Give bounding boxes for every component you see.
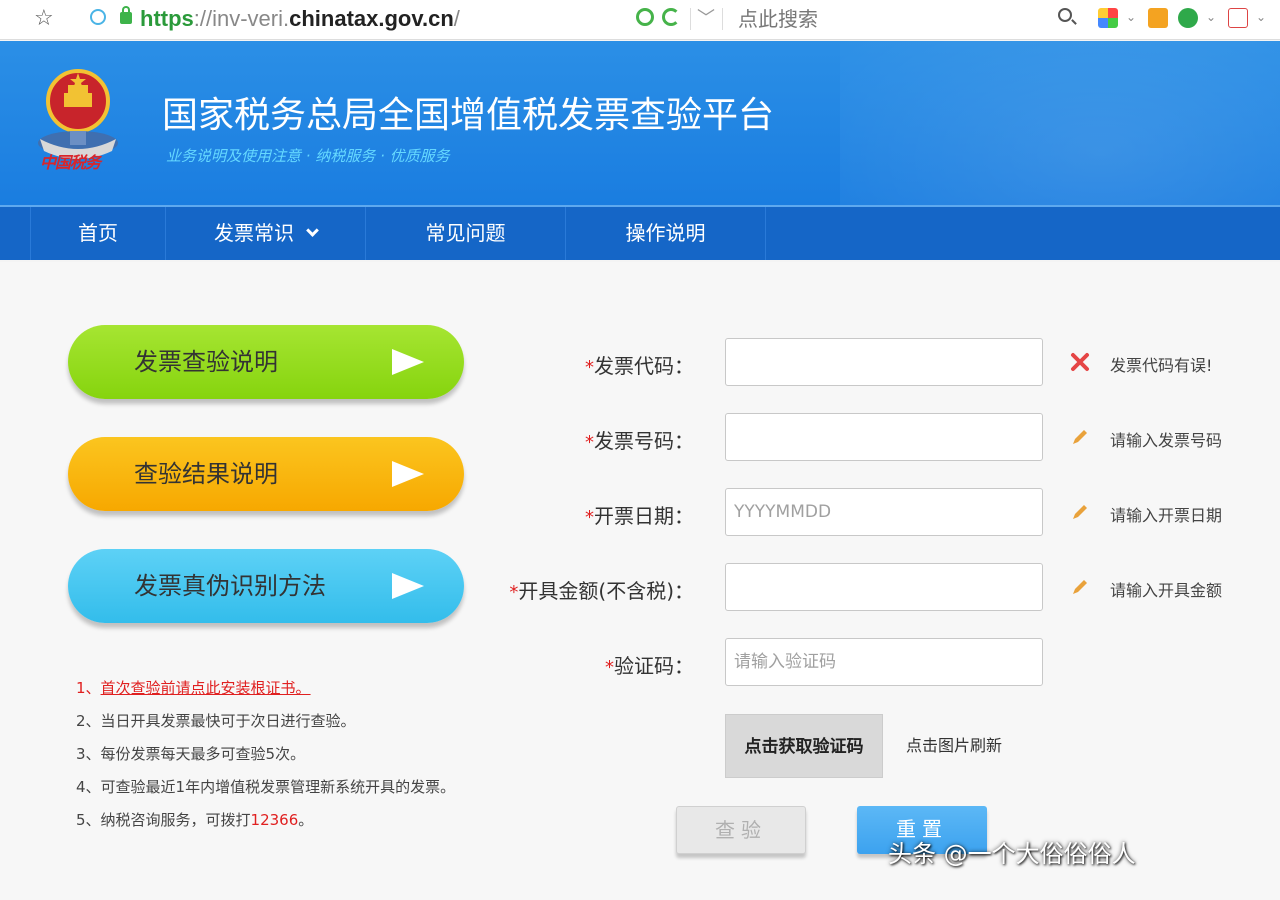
list-item: 4、可查验最近1年内增值税发票管理新系统开具的发票。 [76,778,456,796]
invoice-code-hint: 发票代码有误! [1110,356,1213,375]
url-text[interactable]: https://inv-veri.chinatax.gov.cn/ [140,4,460,34]
bookmark-star-icon[interactable]: ☆ [34,6,54,31]
play-arrow-icon [392,461,424,487]
refresh-icon[interactable] [662,8,680,26]
nav-item-home[interactable]: 首页 [30,207,166,260]
amount-label: *开具金额(不含税)： [394,575,694,604]
site-slogan: 业务说明及使用注意 · 纳税服务 · 优质服务 [166,147,450,165]
nav-item-label: 操作说明 [625,221,706,245]
chevron-down-icon[interactable]: ⌄ [1206,10,1216,24]
pencil-icon [1073,505,1087,519]
extension-icon[interactable] [636,8,654,26]
invoice-date-label: *开票日期： [394,500,694,529]
translate-icon[interactable] [1228,8,1248,28]
button-label: 发票真伪识别方法 [134,572,326,600]
nav-item-label: 发票常识 [214,221,294,245]
list-item: 3、每份发票每天最多可查验5次。 [76,745,306,763]
url-subdomain: ://inv-veri. [193,6,290,31]
note-suffix: 。 [298,811,314,829]
page-title: 国家税务总局全国增值税发票查验平台 [162,95,775,136]
check-button[interactable]: 查验 [676,806,806,854]
nav-item-instructions[interactable]: 操作说明 [566,207,766,260]
chevron-down-icon[interactable]: ﹀ [697,4,715,30]
nav-item-faq[interactable]: 常见问题 [366,207,566,260]
list-item: 2、当日开具发票最快可于次日进行查验。 [76,712,356,730]
required-mark: * [605,657,614,678]
pencil-icon [1073,430,1087,444]
url-protocol: https [140,6,194,31]
captcha-image[interactable]: 点击获取验证码 [725,714,883,778]
browser-toolbar: ☆ https://inv-veri.chinatax.gov.cn/ ﹀ 点此… [0,0,1280,40]
note-number: 1、 [76,679,101,697]
hotline-number: 12366 [250,811,299,829]
lock-icon [120,6,132,24]
required-mark: * [585,507,594,528]
error-x-icon [1071,353,1089,371]
shield-icon[interactable] [1178,8,1198,28]
invoice-date-hint: 请输入开票日期 [1110,506,1223,525]
required-mark: * [585,357,594,378]
divider [722,8,723,30]
browser-search-input[interactable]: 点此搜索 [738,4,818,34]
list-item: 5、纳税咨询服务，可拨打12366。 [76,804,466,837]
chevron-down-icon[interactable]: ⌄ [1126,10,1136,24]
search-icon[interactable] [1058,8,1072,22]
chevron-down-icon[interactable]: ⌄ [1256,10,1266,24]
label-text: 开票日期： [594,504,694,528]
tax-logo-text: 中国税务 [40,153,101,172]
site-header: 中国税务 国家税务总局全国增值税发票查验平台 业务说明及使用注意 · 纳税服务 … [0,41,1280,205]
captcha-refresh-hint: 点击图片刷新 [906,736,1003,755]
notice-list: 1、首次查验前请点此安装根证书。 2、当日开具发票最快可于次日进行查验。 3、每… [76,672,466,837]
captcha-input[interactable] [725,638,1043,686]
eye-care-icon[interactable] [1148,8,1168,28]
globe-icon [90,9,106,25]
nav-item-label: 常见问题 [425,221,506,245]
amount-hint: 请输入开具金额 [1110,581,1223,600]
label-text: 发票号码： [594,429,694,453]
invoice-number-input[interactable] [725,413,1043,461]
invoice-code-input[interactable] [725,338,1043,386]
main-nav: 首页 发票常识 常见问题 操作说明 [0,205,1280,260]
invoice-date-input[interactable] [725,488,1043,536]
install-cert-link[interactable]: 首次查验前请点此安装根证书。 [101,679,311,697]
label-text: 开具金额(不含税)： [518,579,694,603]
button-label: 发票查验说明 [134,348,278,376]
nav-item-label: 首页 [78,221,118,245]
address-bar[interactable]: https://inv-veri.chinatax.gov.cn/ [86,4,726,34]
required-mark: * [585,432,594,453]
url-path: / [453,6,460,31]
invoice-number-label: *发票号码： [394,425,694,454]
url-domain: chinatax.gov.cn [289,6,454,31]
chevron-down-icon [306,224,319,237]
captcha-label: *验证码： [394,650,694,679]
button-label: 查验结果说明 [134,460,278,488]
nav-item-invoice-knowledge[interactable]: 发票常识 [166,207,366,260]
amount-input[interactable] [725,563,1043,611]
label-text: 发票代码： [594,354,694,378]
divider [690,8,691,30]
label-text: 验证码： [614,654,694,678]
note-text: 5、纳税咨询服务，可拨打 [76,811,251,829]
watermark: 头条 @一个大俗俗俗人 [888,840,1136,868]
main-content: 发票查验说明 查验结果说明 发票真伪识别方法 1、首次查验前请点此安装根证书。 … [0,262,1280,900]
invoice-number-hint: 请输入发票号码 [1110,431,1223,450]
invoice-code-label: *发票代码： [394,350,694,379]
apps-icon[interactable] [1098,8,1118,28]
pencil-icon [1073,580,1087,594]
